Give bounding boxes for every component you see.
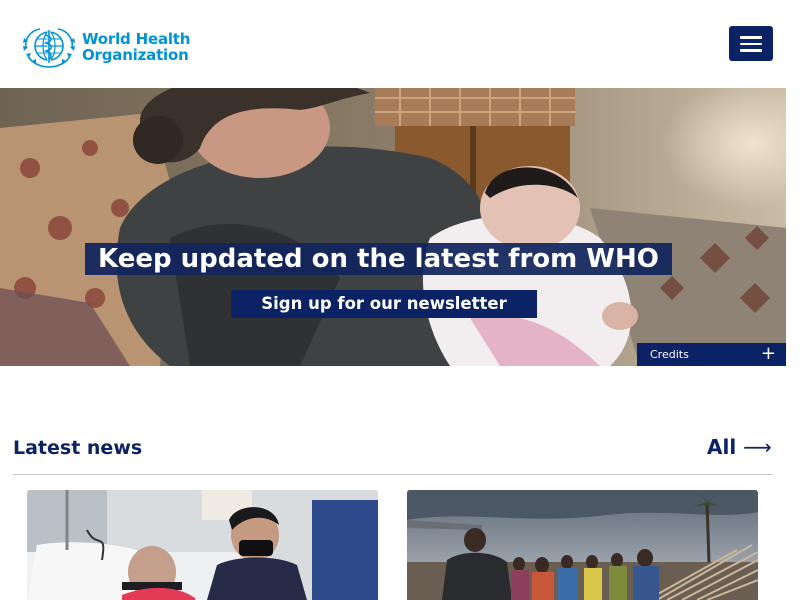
all-news-label: All	[707, 435, 737, 459]
section-divider	[13, 474, 773, 475]
all-news-link[interactable]: All ⟶	[707, 435, 772, 459]
news-card-image-hospital	[27, 490, 378, 600]
credits-label: Credits	[650, 348, 689, 361]
hamburger-menu-icon	[740, 36, 762, 39]
hero-banner: Keep updated on the latest from WHO Sign…	[0, 88, 786, 366]
newsletter-signup-button[interactable]: Sign up for our newsletter	[231, 290, 537, 318]
hero-photo-mother-and-baby	[0, 88, 786, 366]
credits-toggle[interactable]: Credits +	[637, 343, 786, 366]
who-wordmark: World Health Organization	[82, 31, 190, 63]
who-emblem-icon	[23, 28, 75, 68]
brand-name-line2: Organization	[82, 46, 189, 64]
main-menu-button[interactable]	[729, 26, 773, 61]
news-card-image-crowd	[407, 490, 758, 600]
arrow-right-icon: ⟶	[743, 435, 772, 459]
brand-name-line1: World Health	[82, 30, 191, 48]
news-card[interactable]	[27, 490, 378, 600]
hero-title: Keep updated on the latest from WHO	[85, 243, 672, 275]
who-homepage: World Health Organization Keep updated o…	[0, 0, 786, 600]
plus-icon: +	[760, 343, 776, 364]
site-header: World Health Organization	[0, 0, 786, 88]
news-card[interactable]	[407, 490, 758, 600]
latest-news-heading: Latest news	[13, 437, 143, 459]
who-logo-link[interactable]: World Health Organization	[20, 26, 190, 68]
